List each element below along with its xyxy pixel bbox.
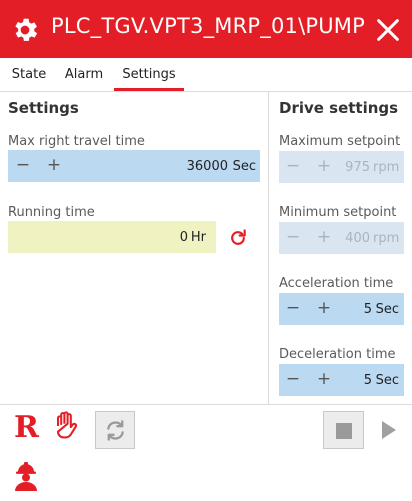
toolbar-divider bbox=[0, 404, 412, 405]
deceleration-unit: Sec bbox=[375, 373, 399, 388]
sync-icon bbox=[107, 420, 124, 441]
running-time-field: 0 Hr bbox=[8, 221, 216, 253]
stop-icon bbox=[336, 423, 352, 439]
acceleration-value[interactable]: 5 bbox=[342, 293, 372, 325]
max-setpoint-field: − + 975 rpm bbox=[279, 151, 404, 183]
acceleration-unit: Sec bbox=[375, 302, 399, 317]
increment-button[interactable]: + bbox=[313, 293, 335, 325]
tab-state[interactable]: State bbox=[6, 58, 52, 91]
section-divider bbox=[268, 92, 269, 404]
max-right-travel-unit: Sec bbox=[232, 159, 256, 174]
max-right-travel-value[interactable]: 36000 bbox=[128, 150, 228, 182]
remote-button[interactable]: R bbox=[14, 410, 39, 446]
deceleration-label: Deceleration time bbox=[279, 347, 396, 362]
decrement-button[interactable]: − bbox=[12, 150, 34, 182]
running-time-value: 0 bbox=[179, 230, 188, 245]
acceleration-label: Acceleration time bbox=[279, 276, 394, 291]
running-time-label: Running time bbox=[8, 205, 95, 220]
decrement-button[interactable]: − bbox=[282, 293, 304, 325]
drive-settings-title: Drive settings bbox=[279, 99, 399, 117]
decrement-button: − bbox=[285, 227, 301, 247]
min-setpoint-value: 400 bbox=[345, 231, 370, 246]
close-icon[interactable] bbox=[374, 16, 402, 44]
tab-bar: State Alarm Settings bbox=[0, 58, 412, 92]
min-setpoint-field: − + 400 rpm bbox=[279, 222, 404, 254]
decrement-button: − bbox=[285, 156, 301, 176]
tab-settings[interactable]: Settings bbox=[114, 58, 184, 91]
increment-button: + bbox=[316, 156, 332, 176]
min-setpoint-label: Minimum setpoint bbox=[279, 205, 397, 220]
title-bar: PLC_TGV.VPT3_MRP_01\PUMP bbox=[0, 0, 412, 58]
decrement-button[interactable]: − bbox=[282, 364, 304, 396]
increment-button[interactable]: + bbox=[43, 150, 65, 182]
max-right-travel-label: Max right travel time bbox=[8, 134, 145, 149]
gear-icon[interactable] bbox=[10, 15, 40, 45]
max-setpoint-unit: rpm bbox=[373, 160, 400, 175]
reset-icon[interactable] bbox=[228, 228, 248, 248]
min-setpoint-unit: rpm bbox=[373, 231, 400, 246]
max-right-travel-field: − + 36000 Sec bbox=[8, 150, 260, 182]
deceleration-field: − + 5 Sec bbox=[279, 364, 404, 396]
tab-alarm[interactable]: Alarm bbox=[58, 58, 110, 91]
deceleration-value[interactable]: 5 bbox=[342, 364, 372, 396]
window-title: PLC_TGV.VPT3_MRP_01\PUMP bbox=[51, 14, 365, 38]
stop-button[interactable] bbox=[323, 411, 364, 449]
max-setpoint-label: Maximum setpoint bbox=[279, 134, 401, 149]
increment-button: + bbox=[316, 227, 332, 247]
max-setpoint-value: 975 bbox=[345, 160, 370, 175]
settings-section-title: Settings bbox=[8, 99, 79, 117]
operator-icon[interactable] bbox=[13, 460, 39, 492]
increment-button[interactable]: + bbox=[313, 364, 335, 396]
sync-button[interactable] bbox=[95, 411, 135, 449]
running-time-unit: Hr bbox=[190, 230, 206, 245]
hand-icon[interactable] bbox=[52, 410, 80, 442]
acceleration-field: − + 5 Sec bbox=[279, 293, 404, 325]
play-icon[interactable] bbox=[379, 419, 399, 441]
